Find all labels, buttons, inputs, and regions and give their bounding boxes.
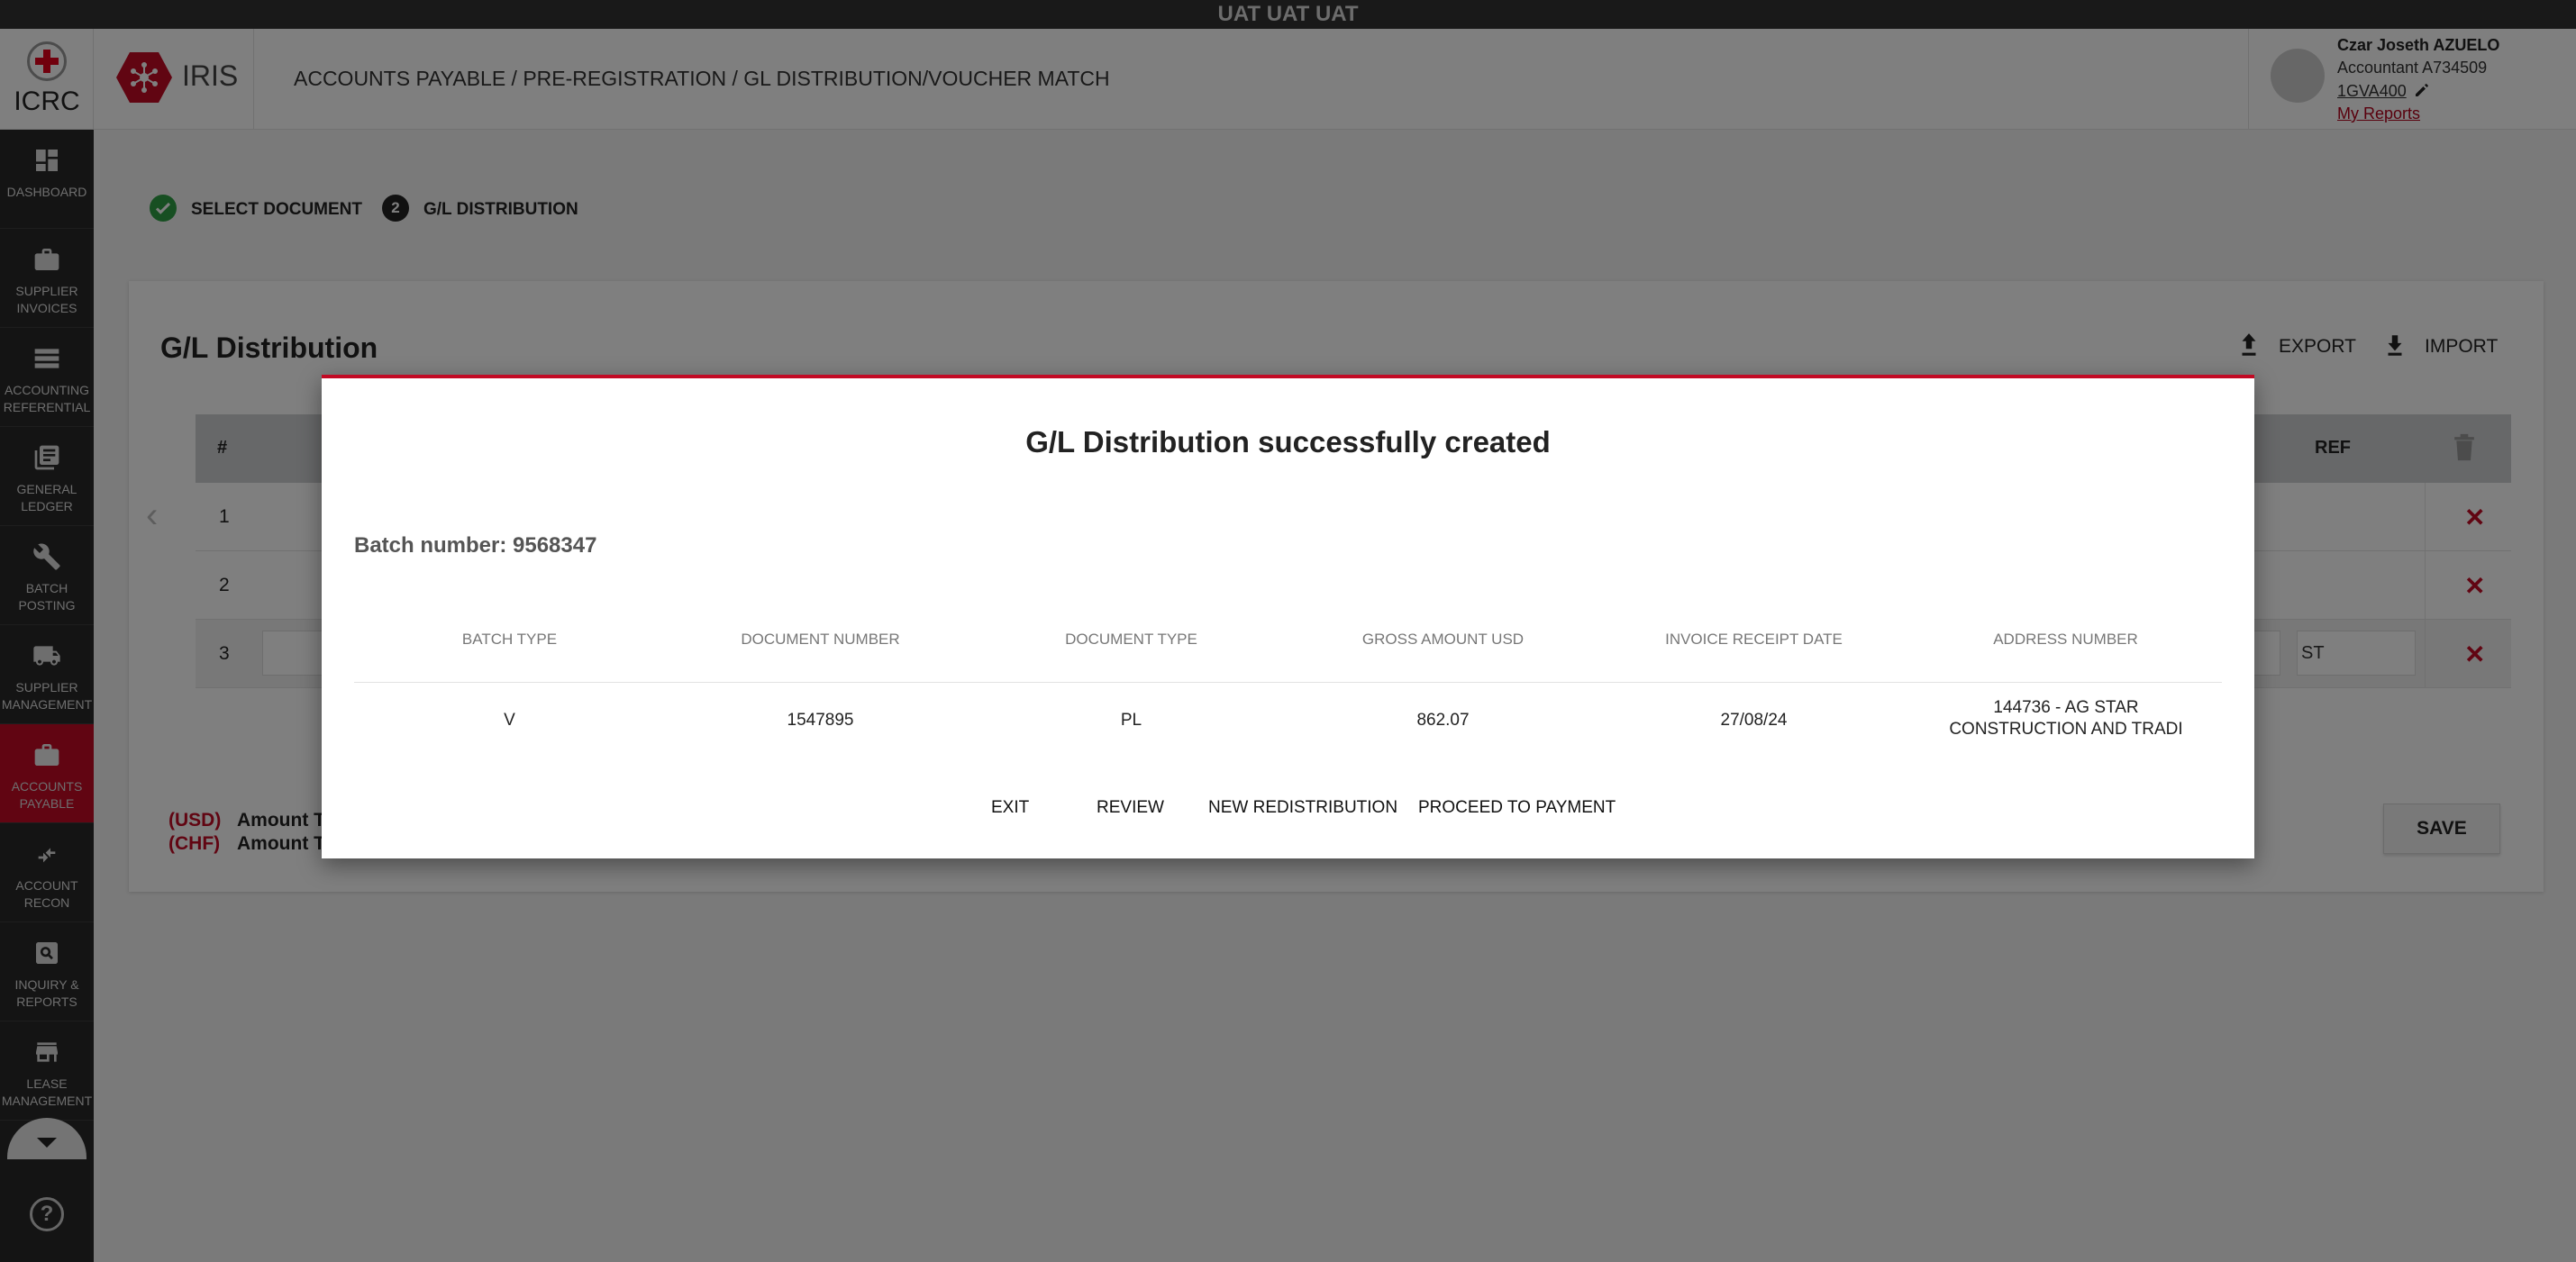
dialog-title: G/L Distribution successfully created xyxy=(1025,425,1551,458)
batch-number: Batch number: 9568347 xyxy=(354,533,597,558)
column-header: INVOICE RECEIPT DATE xyxy=(1665,631,1843,648)
success-dialog: G/L Distribution successfully created Ba… xyxy=(322,375,2254,858)
document-type-cell: PL xyxy=(1120,711,1142,730)
address-number-cell: 144736 - AG STAR CONSTRUCTION AND TRADI xyxy=(1949,698,2183,739)
document-number-cell: 1547895 xyxy=(787,711,854,730)
column-header: DOCUMENT NUMBER xyxy=(741,631,900,648)
gross-amount-cell: 862.07 xyxy=(1416,711,1470,730)
column-header: GROSS AMOUNT USD xyxy=(1361,631,1525,648)
new-redistribution-button[interactable]: NEW REDISTRIBUTION xyxy=(1208,798,1397,818)
exit-button[interactable]: EXIT xyxy=(991,798,1029,818)
table-row: V 1547895 PL 862.07 27/08/24 144736 - AG… xyxy=(354,683,2222,757)
column-header: ADDRESS NUMBER xyxy=(1993,631,2138,648)
column-header: DOCUMENT TYPE xyxy=(1065,631,1197,648)
proceed-to-payment-button[interactable]: PROCEED TO PAYMENT xyxy=(1418,798,1616,818)
column-header: BATCH TYPE xyxy=(461,631,558,648)
dialog-actions: EXIT REVIEW NEW REDISTRIBUTION PROCEED T… xyxy=(322,798,2254,834)
batch-type-cell: V xyxy=(504,711,515,730)
table-header: BATCH TYPE DOCUMENT NUMBER DOCUMENT TYPE… xyxy=(354,614,2222,683)
review-button[interactable]: REVIEW xyxy=(1097,798,1164,818)
invoice-date-cell: 27/08/24 xyxy=(1720,711,1788,730)
